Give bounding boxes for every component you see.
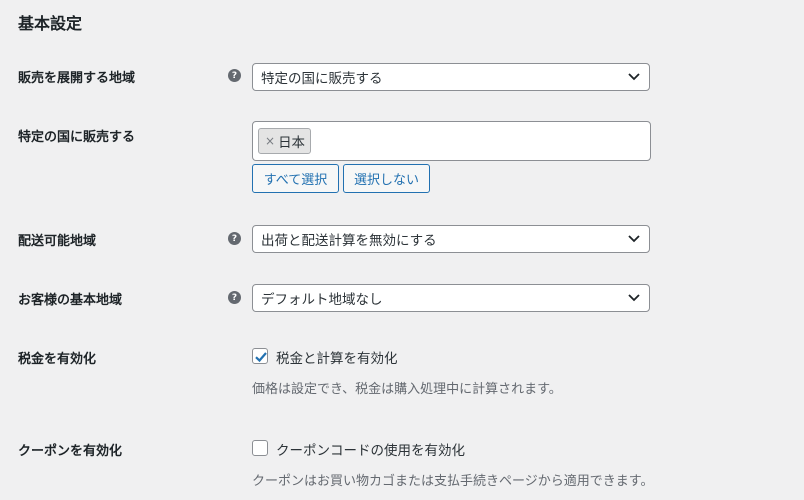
enable-coupons-checkbox-label[interactable]: クーポンコードの使用を有効化 [276,439,465,459]
section-title: 基本設定 [18,14,83,33]
checkmark-icon [255,352,267,363]
select-all-button[interactable]: すべて選択 [252,164,339,193]
remove-chip-icon[interactable]: × [265,134,275,148]
selling-location-value: 特定の国に販売する [261,71,383,87]
specific-countries-multiselect[interactable]: × 日本 [252,121,651,161]
default-customer-location-value: デフォルト地域なし [261,292,383,308]
country-chip: × 日本 [258,128,312,154]
shipping-location-label: 配送可能地域 [18,234,97,249]
enable-coupons-description: クーポンはお買い物カゴまたは支払手続きページから適用できます。 [252,474,654,489]
specific-countries-label: 特定の国に販売する [18,130,136,145]
selling-location-label: 販売を展開する地域 [18,71,136,86]
enable-taxes-description: 価格は設定でき、税金は購入処理中に計算されます。 [252,382,562,397]
chevron-down-icon [628,73,640,81]
default-customer-location-select[interactable]: デフォルト地域なし [252,284,650,312]
enable-taxes-checkbox[interactable] [252,348,268,364]
help-icon[interactable]: ? [228,69,241,82]
shipping-location-value: 出荷と配送計算を無効にする [261,233,437,249]
selling-location-select[interactable]: 特定の国に販売する [252,63,650,91]
enable-coupons-label: クーポンを有効化 [18,444,123,459]
country-chip-label: 日本 [278,135,306,151]
shipping-location-select[interactable]: 出荷と配送計算を無効にする [252,225,650,253]
default-customer-location-label: お客様の基本地域 [18,293,123,308]
select-none-button[interactable]: 選択しない [343,164,430,193]
settings-page: 基本設定 販売を展開する地域 ? 特定の国に販売する 特定の国に販売する × 日… [0,0,804,500]
help-icon[interactable]: ? [228,232,241,245]
enable-taxes-checkbox-label[interactable]: 税金と計算を有効化 [276,347,398,367]
help-icon[interactable]: ? [228,291,241,304]
chevron-down-icon [628,235,640,243]
enable-coupons-checkbox[interactable] [252,440,268,456]
enable-taxes-label: 税金を有効化 [18,352,97,367]
chevron-down-icon [628,294,640,302]
